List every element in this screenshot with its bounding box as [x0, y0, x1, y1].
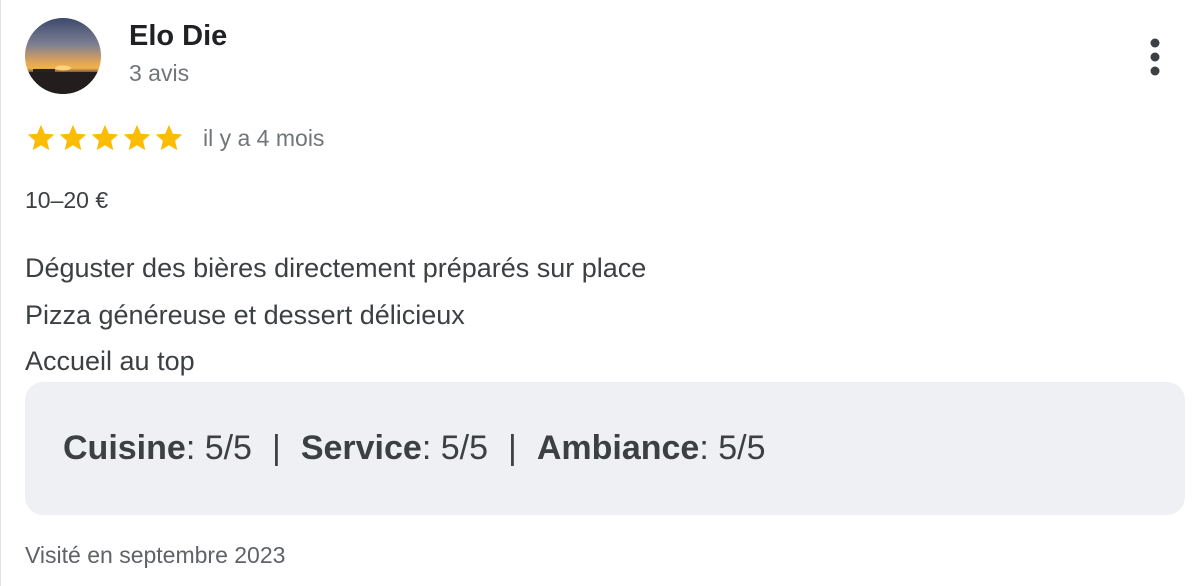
- review-text: Déguster des bières directement préparés…: [25, 245, 646, 385]
- sub-rating-separator: |: [508, 429, 517, 467]
- author-review-count[interactable]: 3 avis: [129, 60, 189, 87]
- sub-rating-label-service: Service: [300, 429, 422, 467]
- more-options-button[interactable]: [1135, 30, 1175, 84]
- sub-rating-label-cuisine: Cuisine: [63, 429, 186, 467]
- review-card: Elo Die 3 avis il y a 4 mois 10–20 € Dég…: [0, 0, 1200, 586]
- star-icon: [59, 124, 87, 151]
- sub-rating-value-service: : 5/5: [421, 429, 488, 467]
- rating-row: il y a 4 mois: [25, 118, 324, 158]
- sub-rating-value-ambiance: : 5/5: [699, 429, 766, 467]
- review-text-line: Accueil au top: [25, 346, 195, 376]
- star-rating: [25, 122, 185, 154]
- star-icon: [27, 124, 55, 151]
- star-icon: [91, 124, 119, 151]
- sub-rating-label-ambiance: Ambiance: [536, 429, 700, 467]
- visit-date: Visité en septembre 2023: [25, 542, 286, 568]
- sub-rating-value-cuisine: : 5/5: [185, 429, 252, 467]
- author-name[interactable]: Elo Die: [129, 20, 227, 53]
- review-time: il y a 4 mois: [203, 124, 325, 151]
- author-avatar[interactable]: [25, 18, 101, 94]
- review-text-line: Pizza généreuse et dessert délicieux: [25, 299, 465, 330]
- price-range: 10–20 €: [25, 187, 109, 213]
- star-icon: [155, 124, 183, 151]
- more-vert-icon: [1150, 38, 1160, 76]
- sub-ratings-panel: Cuisine : 5/5 | Service : 5/5 | Ambiance…: [25, 382, 1185, 515]
- star-icon: [123, 124, 151, 151]
- sub-rating-separator: |: [271, 429, 281, 467]
- review-text-line: Déguster des bières directement préparés…: [25, 253, 647, 283]
